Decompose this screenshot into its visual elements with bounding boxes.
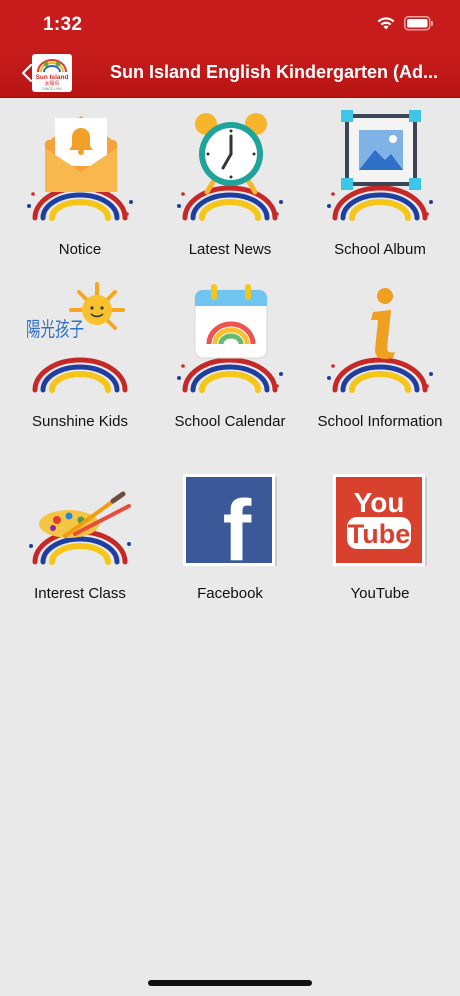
school-information-tile[interactable]: School Information (305, 270, 455, 430)
interest-class-tile[interactable]: Interest Class (5, 442, 155, 602)
facebook-icon: f (183, 474, 277, 566)
youtube-icon: You Tube (333, 474, 427, 566)
notice-tile[interactable]: Notice (5, 98, 155, 258)
status-icons (376, 15, 434, 31)
info-icon (327, 288, 433, 393)
tile-label: School Calendar (174, 413, 286, 430)
wifi-icon (377, 17, 395, 30)
school-calendar-tile[interactable]: School Calendar (155, 270, 305, 430)
alarm-clock-icon (177, 113, 283, 221)
page-title: Sun Island English Kindergarten (Ad... (110, 62, 439, 82)
youtube-tile[interactable]: You Tube YouTube (305, 442, 455, 602)
facebook-tile[interactable]: f Facebook (155, 442, 305, 602)
envelope-bell-icon (27, 116, 133, 221)
home-indicator[interactable] (148, 980, 312, 986)
tile-label: Notice (58, 241, 102, 258)
tile-label: YouTube (350, 585, 410, 602)
logo-since-text: SINCE 1994 (42, 87, 62, 91)
logo-sub-text: 太陽島 (44, 80, 59, 87)
latest-news-tile[interactable]: Latest News (155, 98, 305, 258)
tile-label: Latest News (188, 241, 272, 258)
status-bar: 1:32 (0, 0, 460, 48)
photo-frame-icon (327, 110, 433, 221)
nav-bar: Sun Island 太陽島 SINCE 1994 Sun Island Eng… (0, 48, 460, 98)
sunshine-kids-tile[interactable]: 陽光孩子 Sunshine Kids (5, 270, 155, 430)
school-logo: Sun Island 太陽島 SINCE 1994 (32, 54, 72, 92)
school-album-tile[interactable]: School Album (305, 98, 455, 258)
logo-text: Sun Island (36, 74, 69, 81)
tile-label: Facebook (197, 585, 263, 602)
battery-icon (404, 15, 433, 30)
tile-label: School Album (334, 241, 426, 258)
youtube-text-bottom: Tube (348, 519, 411, 549)
calendar-rainbow-icon (177, 284, 283, 393)
status-time: 1:32 (43, 14, 83, 35)
tile-label: Interest Class (34, 585, 126, 602)
youtube-text-top: You (354, 487, 405, 518)
tile-label: School Information (317, 413, 443, 430)
tile-label: Sunshine Kids (32, 413, 128, 430)
sunshine-kids-text: 陽光孩子 (26, 317, 84, 341)
paint-palette-icon (29, 491, 131, 565)
facebook-letter: f (223, 483, 252, 566)
sunshine-kids-icon: 陽光孩子 (26, 282, 128, 393)
